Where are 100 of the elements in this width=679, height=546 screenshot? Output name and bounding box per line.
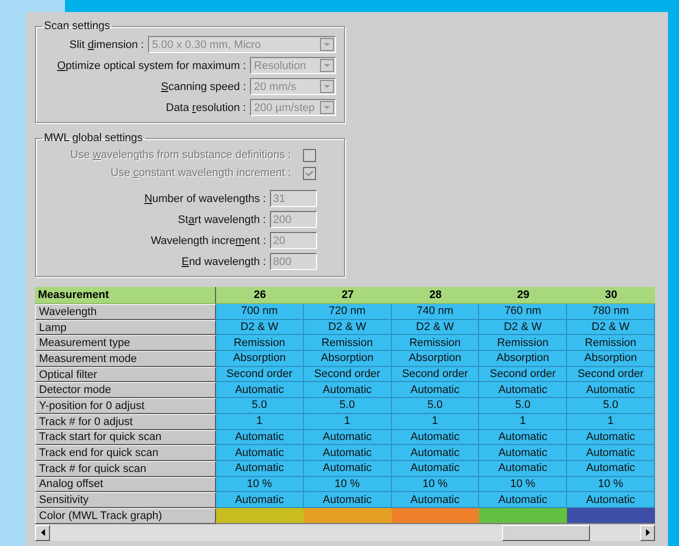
row-label: Y-position for 0 adjust (35, 398, 216, 414)
row-label: Optical filter (35, 366, 216, 382)
table-cell: 1 (216, 414, 304, 430)
scroll-right-button[interactable] (640, 524, 655, 541)
table-cell: Automatic (304, 430, 392, 446)
table-cell: 700 nm (216, 304, 304, 320)
field-label: End wavelength : (182, 256, 266, 268)
row-label: Track end for quick scan (35, 445, 216, 461)
table-cell: Absorption (567, 351, 655, 367)
scrollbar-thumb[interactable] (502, 524, 590, 541)
table-cell: Automatic (216, 445, 304, 461)
table-cell: 5.0 (479, 398, 568, 414)
table-cell: Automatic (479, 445, 568, 461)
table-cell: Automatic (216, 430, 304, 446)
row-label: Analog offset (35, 476, 216, 492)
table-cell: Automatic (392, 492, 480, 508)
column-header: 26 (216, 287, 304, 304)
table-cell: Automatic (567, 492, 655, 508)
scroll-left-button[interactable] (35, 524, 50, 541)
table-cell: Automatic (392, 430, 480, 446)
field-label: Optimize optical system for maximum : (57, 60, 246, 72)
table-cell: 1 (479, 414, 568, 430)
table-cell: 10 % (479, 476, 568, 492)
column-header: 30 (567, 287, 655, 304)
table-cell: D2 & W (304, 320, 392, 336)
field-label: Number of wavelengths : (144, 192, 266, 204)
row-label: Measurement type (35, 335, 216, 352)
row-label: Wavelength (35, 304, 216, 320)
table-cell: 10 % (304, 476, 392, 492)
table-cell: Automatic (479, 382, 568, 398)
table-cell: 1 (304, 414, 392, 430)
field-label: Use constant wavelength increment : (110, 167, 291, 179)
table-header-cell: Measurement (35, 287, 216, 304)
table-cell: 5.0 (567, 398, 655, 414)
right-arrow-icon (646, 529, 650, 536)
table-cell: Remission (216, 335, 304, 352)
table-cell: Automatic (567, 430, 655, 446)
field-label: Start wavelength : (178, 214, 266, 226)
table-cell: Second order (216, 366, 304, 382)
row-label: Track # for 0 adjust (35, 414, 216, 430)
table-cell: Automatic (567, 445, 655, 461)
table-cell: Automatic (304, 382, 392, 398)
table-cell: 720 nm (304, 304, 392, 320)
table-cell: 5.0 (216, 398, 304, 414)
table-cell: Remission (479, 335, 568, 352)
table-cell: Remission (392, 335, 480, 352)
left-arrow-icon (40, 529, 44, 536)
table-cell: 1 (567, 414, 655, 430)
table-cell: Absorption (392, 351, 480, 367)
table-cell: Automatic (216, 460, 304, 477)
table-cell: 740 nm (392, 304, 480, 320)
field-label: Use wavelengths from substance definitions : (70, 149, 291, 161)
table-cell: Absorption (216, 351, 304, 367)
table-cell: Remission (567, 335, 655, 352)
row-label: Track # for quick scan (35, 460, 216, 477)
table-cell: 10 % (567, 476, 655, 492)
table-cell: Second order (304, 366, 392, 382)
table-cell: Absorption (304, 351, 392, 367)
table-cell: Second order (392, 366, 480, 382)
table-cell: Absorption (479, 351, 568, 367)
table-cell: D2 & W (567, 320, 655, 336)
table-cell: Automatic (304, 492, 392, 508)
table-cell: Automatic (216, 382, 304, 398)
table-cell: 1 (392, 414, 480, 430)
field-label: Data resolution : (166, 102, 246, 114)
table-cell: Automatic (392, 460, 480, 477)
table-cell: 10 % (392, 476, 480, 492)
table-cell: Second order (567, 366, 655, 382)
row-label: Detector mode (35, 382, 216, 398)
table-cell: Automatic (304, 460, 392, 477)
group-title: Scan settings (43, 20, 112, 32)
table-cell: Automatic (392, 382, 480, 398)
column-header: 29 (479, 287, 568, 304)
table-cell: 5.0 (304, 398, 392, 414)
row-label: Sensitivity (35, 492, 216, 508)
column-header: 28 (392, 287, 480, 304)
table-cell: Automatic (216, 492, 304, 508)
field-label: Slit dimension : (69, 38, 144, 50)
table-cell: Automatic (567, 382, 655, 398)
table-cell: Automatic (479, 460, 568, 477)
table-cell: Automatic (479, 430, 568, 446)
row-label: Lamp (35, 320, 216, 336)
field-label: Scanning speed : (160, 80, 246, 92)
row-label: Measurement mode (35, 351, 216, 367)
table-cell: Automatic (567, 460, 655, 477)
table-cell: 5.0 (392, 398, 480, 414)
table-cell: Remission (304, 335, 392, 352)
table-cell: Automatic (304, 445, 392, 461)
table-cell: D2 & W (479, 320, 568, 336)
table-cell: 780 nm (567, 304, 655, 320)
table-cell: D2 & W (392, 320, 480, 336)
column-header: 27 (304, 287, 392, 304)
table-cell: Automatic (392, 445, 480, 461)
table-cell: 10 % (216, 476, 304, 492)
field-label: Wavelength increment : (150, 234, 266, 246)
row-label: Color (MWL Track graph) (35, 508, 216, 524)
table-cell: Second order (479, 366, 568, 382)
group-title: MWL global settings (43, 132, 144, 144)
table-cell: D2 & W (216, 320, 304, 336)
table-cell: 760 nm (479, 304, 568, 320)
